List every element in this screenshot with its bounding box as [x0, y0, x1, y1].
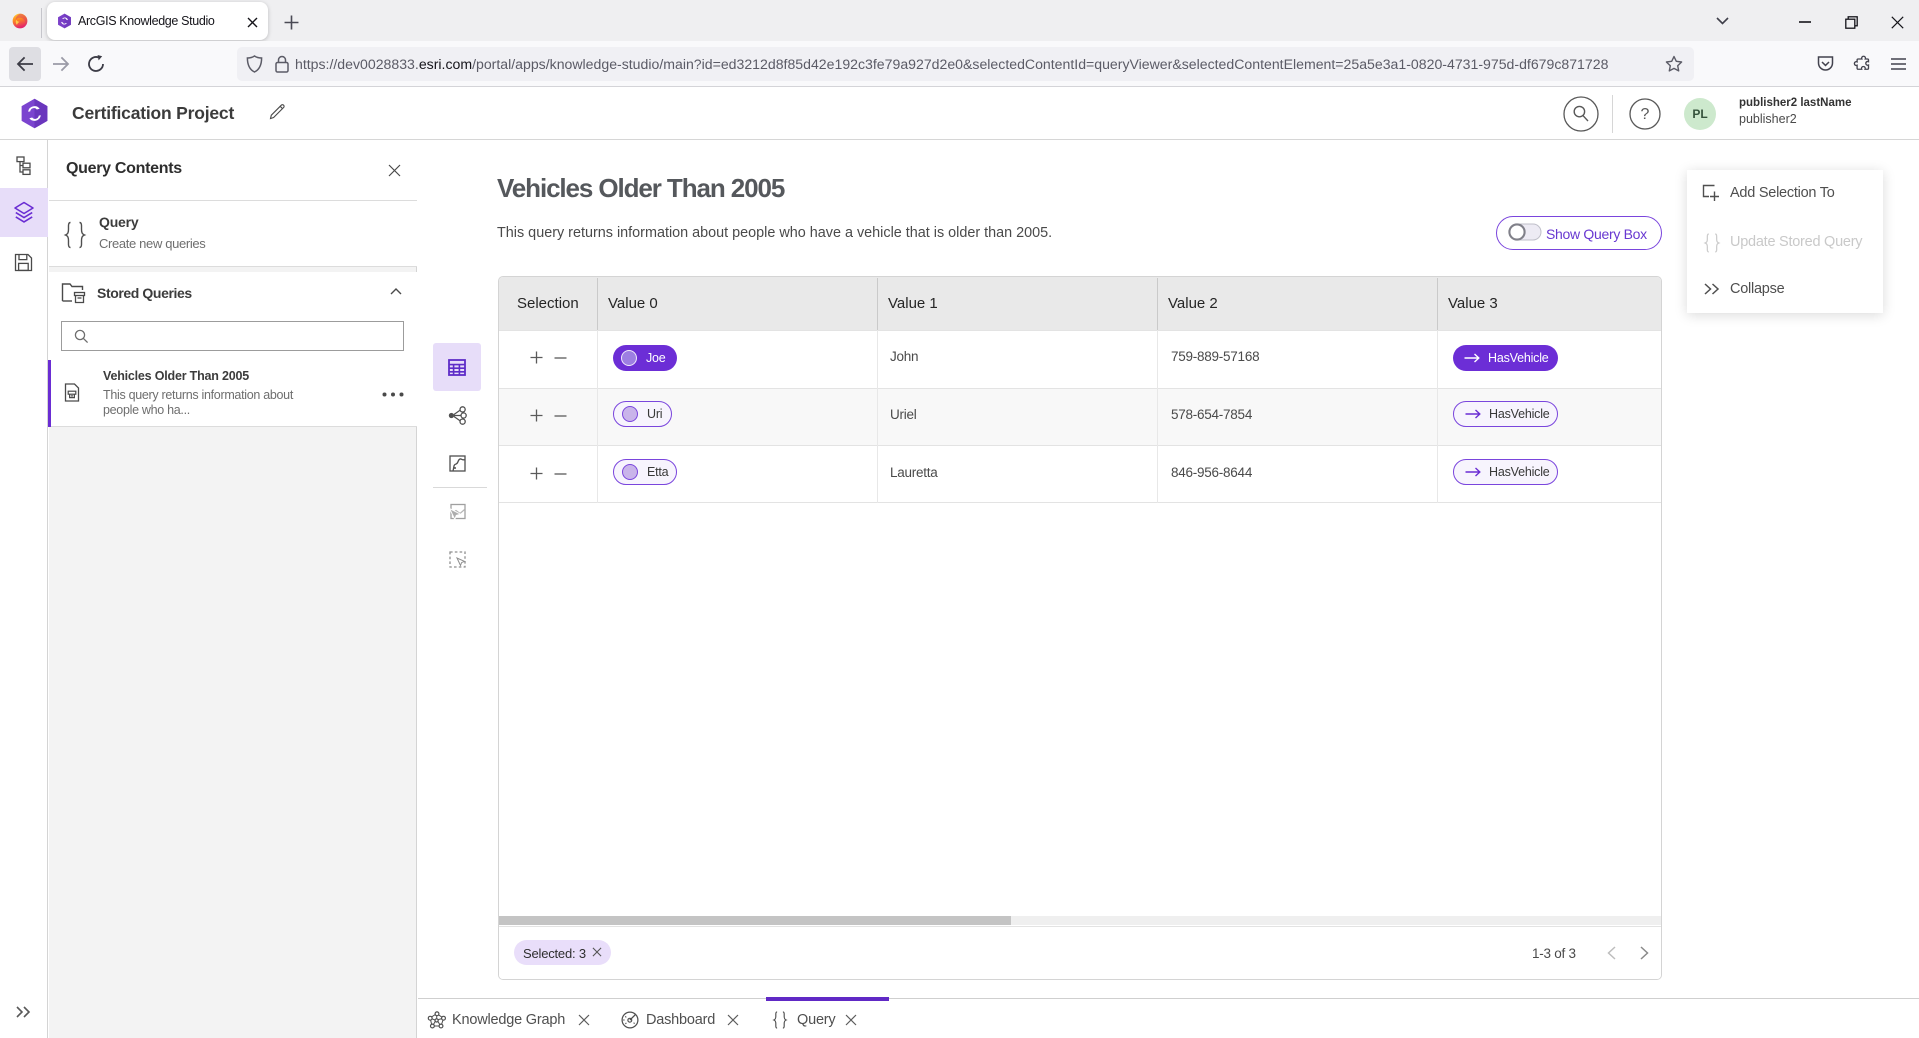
svg-text:?: ? [1641, 106, 1650, 123]
